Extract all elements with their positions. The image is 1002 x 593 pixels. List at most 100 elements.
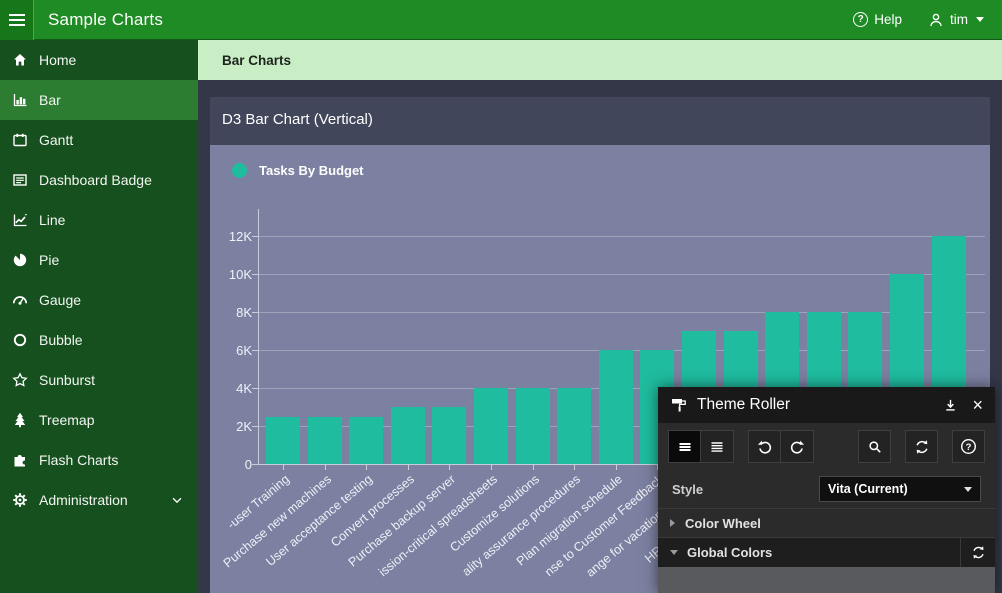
- sidebar-item-label: Bar: [39, 92, 61, 108]
- theme-roller-panel: Theme Roller ×: [658, 387, 995, 593]
- badge-icon: [12, 172, 28, 188]
- bubble-icon: [12, 332, 28, 348]
- detailed-view-button[interactable]: [701, 430, 734, 463]
- y-axis-label: 0: [214, 458, 252, 471]
- sidebar-item-sunburst[interactable]: Sunburst: [0, 360, 198, 400]
- star-icon: [12, 372, 28, 388]
- reset-colors-button[interactable]: [960, 538, 995, 567]
- bar-chart-icon: [12, 92, 28, 108]
- sidebar-item-line[interactable]: Line: [0, 200, 198, 240]
- sidebar-item-label: Sunburst: [39, 372, 95, 388]
- sidebar-item-label: Treemap: [39, 412, 95, 428]
- search-icon[interactable]: [858, 430, 891, 463]
- bar[interactable]: [516, 388, 550, 464]
- theme-roller-header[interactable]: Theme Roller ×: [658, 387, 995, 423]
- gridline: [258, 236, 985, 237]
- y-axis-label: 4K: [214, 382, 252, 395]
- hamburger-icon: [9, 14, 25, 16]
- sidebar-item-home[interactable]: Home: [0, 40, 198, 80]
- bar[interactable]: [432, 407, 466, 464]
- theme-roller-title: Theme Roller: [697, 396, 790, 414]
- x-axis-tick: [366, 465, 367, 470]
- help-icon: ?: [853, 12, 868, 27]
- x-axis-tick: [283, 465, 284, 470]
- section-label: Color Wheel: [685, 516, 761, 531]
- sidebar-item-label: Flash Charts: [39, 452, 118, 468]
- sidebar-item-bar[interactable]: Bar: [0, 80, 198, 120]
- hamburger-icon: [9, 19, 25, 21]
- section-color-wheel[interactable]: Color Wheel: [658, 508, 995, 537]
- sidebar-item-label: Gauge: [39, 292, 81, 308]
- bar[interactable]: [599, 350, 633, 464]
- y-axis-label: 10K: [214, 268, 252, 281]
- hamburger-icon: [9, 24, 25, 26]
- section-label: Global Colors: [687, 545, 772, 560]
- line-chart-icon: [12, 212, 28, 228]
- y-axis-line: [258, 209, 259, 464]
- chevron-down-icon: [976, 17, 984, 22]
- y-axis-label: 12K: [214, 230, 252, 243]
- sidebar-item-treemap[interactable]: Treemap: [0, 400, 198, 440]
- hamburger-menu-button[interactable]: [0, 0, 34, 40]
- tree-icon: [12, 412, 28, 428]
- redo-icon[interactable]: [781, 430, 814, 463]
- download-icon[interactable]: [943, 398, 958, 413]
- user-menu-button[interactable]: tim: [928, 12, 984, 28]
- sidebar-item-label: Bubble: [39, 332, 83, 348]
- bar[interactable]: [557, 388, 591, 464]
- sidebar-item-bubble[interactable]: Bubble: [0, 320, 198, 360]
- sidebar-item-label: Line: [39, 212, 65, 228]
- x-axis-tick: [616, 465, 617, 470]
- sidebar-item-gantt[interactable]: Gantt: [0, 120, 198, 160]
- x-axis-tick: [491, 465, 492, 470]
- puzzle-icon: [12, 452, 28, 468]
- compact-view-button[interactable]: [668, 430, 701, 463]
- sidebar-item-administration[interactable]: Administration: [0, 480, 198, 520]
- user-icon: [928, 12, 944, 28]
- home-icon: [12, 52, 28, 68]
- legend-label: Tasks By Budget: [259, 163, 364, 178]
- sidebar-item-label: Administration: [39, 492, 128, 508]
- user-name: tim: [950, 12, 968, 27]
- sidebar-item-flash-charts[interactable]: Flash Charts: [0, 440, 198, 480]
- breadcrumb: Bar Charts: [198, 40, 1002, 80]
- help-circle-icon[interactable]: ?: [952, 430, 985, 463]
- x-axis-tick: [408, 465, 409, 470]
- style-select[interactable]: Vita (Current): [819, 476, 981, 502]
- bar[interactable]: [391, 407, 425, 464]
- bar[interactable]: [474, 388, 508, 464]
- chart-card-title: D3 Bar Chart (Vertical): [210, 97, 990, 145]
- app-window: Sample Charts ? Help tim Home Bar Gantt Das…: [0, 0, 1002, 593]
- chevron-down-icon: [964, 487, 972, 492]
- y-axis-label: 2K: [214, 420, 252, 433]
- svg-text:?: ?: [966, 442, 972, 453]
- gauge-icon: [12, 292, 28, 308]
- sidebar-item-dashboard-badge[interactable]: Dashboard Badge: [0, 160, 198, 200]
- bar[interactable]: [349, 417, 383, 465]
- help-button[interactable]: ? Help: [853, 12, 902, 27]
- sidebar-item-label: Gantt: [39, 132, 73, 148]
- paint-roller-icon: [670, 396, 688, 414]
- style-label: Style: [672, 482, 703, 497]
- refresh-icon[interactable]: [905, 430, 938, 463]
- x-axis-tick: [325, 465, 326, 470]
- gear-icon: [12, 492, 28, 508]
- help-label: Help: [874, 12, 902, 27]
- chart-legend[interactable]: Tasks By Budget: [232, 163, 364, 178]
- sidebar-nav: Home Bar Gantt Dashboard Badge Line Pie Gauge B…: [0, 40, 198, 593]
- sidebar-item-label: Pie: [39, 252, 59, 268]
- bar[interactable]: [266, 417, 300, 465]
- undo-icon[interactable]: [748, 430, 781, 463]
- sidebar-item-pie[interactable]: Pie: [0, 240, 198, 280]
- chevron-right-icon: [670, 519, 675, 527]
- sidebar-item-gauge[interactable]: Gauge: [0, 280, 198, 320]
- x-axis-tick: [533, 465, 534, 470]
- y-axis-label: 6K: [214, 344, 252, 357]
- section-global-colors[interactable]: Global Colors: [658, 537, 995, 567]
- bar[interactable]: [308, 417, 342, 465]
- x-axis-tick: [449, 465, 450, 470]
- style-row: Style Vita (Current): [658, 470, 995, 508]
- sidebar-item-label: Dashboard Badge: [39, 172, 152, 188]
- close-icon[interactable]: ×: [972, 397, 983, 413]
- top-bar: Sample Charts ? Help tim: [0, 0, 1002, 40]
